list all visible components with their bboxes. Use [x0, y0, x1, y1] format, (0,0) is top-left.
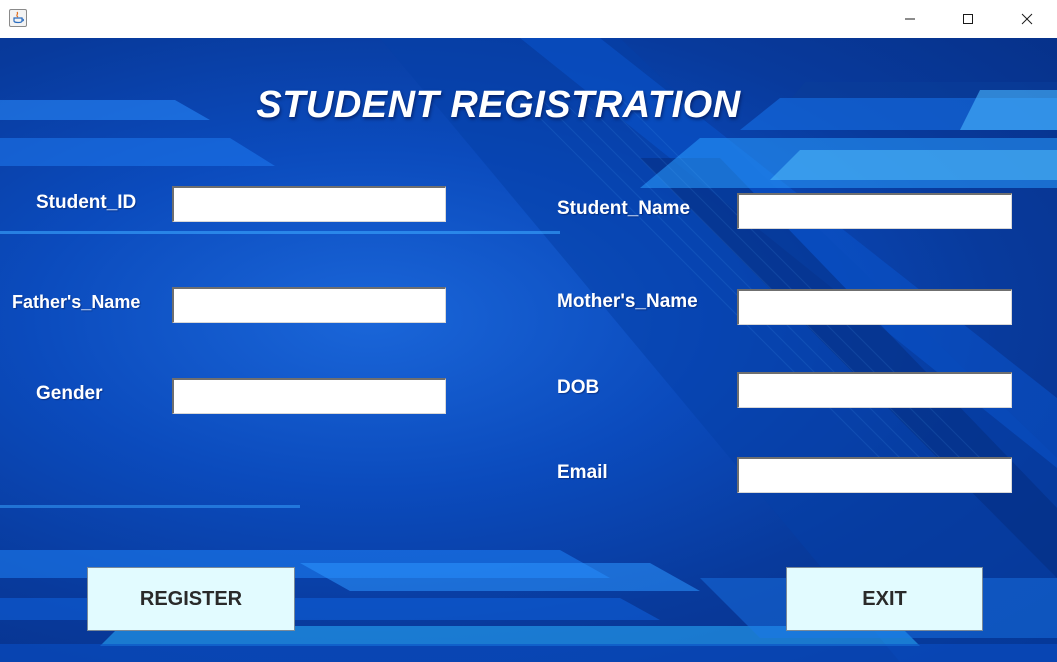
student-id-field[interactable] — [172, 186, 446, 222]
form-panel: STUDENT REGISTRATION Student_ID Father's… — [0, 38, 1057, 662]
register-button[interactable]: REGISTER — [87, 567, 295, 631]
close-icon — [1021, 13, 1033, 25]
gender-label: Gender — [36, 383, 103, 404]
minimize-button[interactable] — [881, 0, 939, 38]
title-bar[interactable] — [0, 0, 1057, 39]
close-button[interactable] — [998, 0, 1056, 38]
maximize-icon — [963, 14, 973, 24]
student-name-label: Student_Name — [557, 198, 691, 219]
mothers-name-field[interactable] — [737, 289, 1012, 325]
java-cup-icon[interactable] — [9, 9, 27, 27]
minimize-icon — [905, 18, 915, 20]
email-field[interactable] — [737, 457, 1012, 493]
dob-field[interactable] — [737, 372, 1012, 408]
student-id-label: Student_ID — [36, 192, 137, 213]
dob-label: DOB — [557, 377, 600, 398]
application-window: STUDENT REGISTRATION Student_ID Father's… — [0, 0, 1057, 662]
fathers-name-field[interactable] — [172, 287, 446, 323]
fathers-name-label: Father's_Name — [12, 292, 141, 312]
page-title: STUDENT REGISTRATION — [256, 84, 741, 126]
gender-field[interactable] — [172, 378, 446, 414]
email-label: Email — [557, 462, 608, 483]
mothers-name-label: Mother's_Name — [557, 291, 698, 312]
maximize-button[interactable] — [939, 0, 997, 38]
exit-button[interactable]: EXIT — [786, 567, 983, 631]
student-name-field[interactable] — [737, 193, 1012, 229]
